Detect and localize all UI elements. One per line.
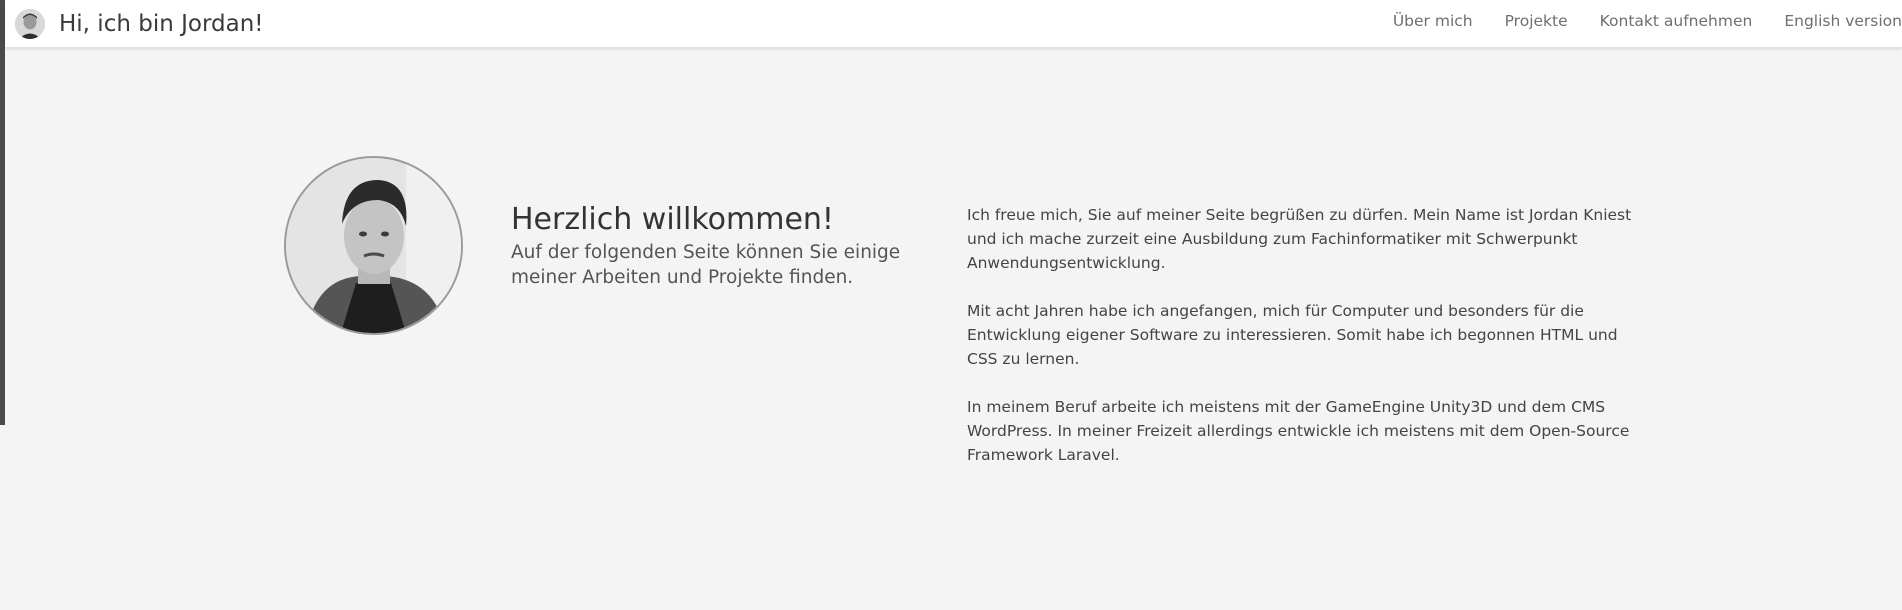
nav-contact[interactable]: Kontakt aufnehmen [1600,12,1753,30]
avatar-icon [15,9,45,39]
window-left-edge [0,0,5,425]
nav-english-version[interactable]: English version [1784,12,1902,30]
nav-projects[interactable]: Projekte [1505,12,1568,30]
nav-about[interactable]: Über mich [1393,12,1473,30]
brand-link[interactable]: Hi, ich bin Jordan! [15,7,264,41]
about-paragraph: Mit acht Jahren habe ich angefangen, mic… [967,302,1618,368]
about-section: Ich freue mich, Sie auf meiner Seite beg… [967,203,1632,491]
portrait-image [284,156,463,335]
top-navbar: Hi, ich bin Jordan! Über mich Projekte K… [5,0,1902,48]
site-title: Hi, ich bin Jordan! [59,11,264,37]
about-paragraph: Ich freue mich, Sie auf meiner Seite beg… [967,206,1632,272]
welcome-subtitle: Auf der folgenden Seite können Sie einig… [511,242,901,288]
welcome-heading: Herzlich willkommen! [511,202,834,237]
main-nav: Über mich Projekte Kontakt aufnehmen Eng… [1361,0,1902,42]
about-paragraph: In meinem Beruf arbeite ich meistens mit… [967,398,1630,464]
